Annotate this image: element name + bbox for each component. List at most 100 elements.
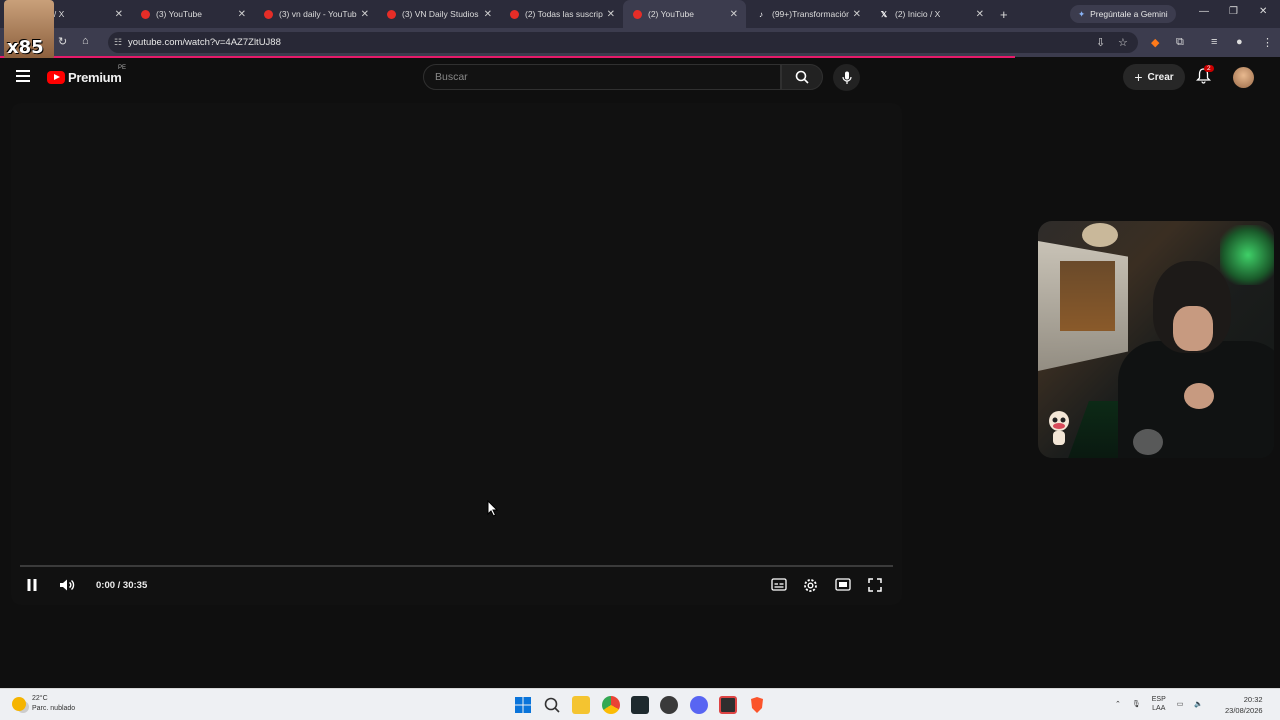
gear-icon <box>804 579 817 592</box>
terminal-icon[interactable] <box>631 696 649 714</box>
windows-start-icon[interactable] <box>514 696 532 714</box>
close-tab-icon[interactable]: ✕ <box>976 9 984 20</box>
plus-icon: + <box>1134 69 1143 85</box>
profile-icon[interactable]: ● <box>1236 36 1243 48</box>
microphone-tray-icon[interactable]: 🎙 <box>1132 700 1141 708</box>
browser-tab[interactable]: 𝕏 (2) Inicio / X ✕ <box>869 0 992 28</box>
search-input[interactable]: Buscar <box>423 64 781 90</box>
youtube-icon <box>633 9 642 19</box>
close-tab-icon[interactable]: ✕ <box>484 9 492 20</box>
browser-tab[interactable]: (2) Todas las suscripc ✕ <box>500 0 623 28</box>
browser-tab[interactable]: (2) YouTube ✕ <box>623 0 746 28</box>
youtube-icon <box>387 9 396 19</box>
minimize-icon[interactable]: — <box>1199 6 1209 17</box>
language-secondary: LAA <box>1152 705 1166 712</box>
youtube-play-icon <box>47 71 65 84</box>
close-tab-icon[interactable]: ✕ <box>853 9 861 20</box>
gemini-button[interactable]: ✦ Pregúntale a Gemini <box>1070 5 1176 23</box>
clock-date: 23/08/2026 <box>1225 706 1263 715</box>
search-button[interactable] <box>781 64 823 90</box>
browser-menu-icon[interactable]: ⋮ <box>1262 36 1273 49</box>
youtube-header: Premium PE Buscar + Crear 2 <box>0 58 1280 98</box>
tab-title: (3) VN Daily Studios <box>402 9 479 19</box>
extensions-puzzle-icon[interactable]: ⧉ <box>1176 36 1184 49</box>
browser-tab[interactable]: (3) YouTube ✕ <box>131 0 254 28</box>
streamer-webcam <box>1038 221 1274 458</box>
discord-icon[interactable] <box>690 696 708 714</box>
notifications-button[interactable]: 2 <box>1195 65 1214 89</box>
address-bar[interactable]: ☷ youtube.com/watch?v=4AZ7ZltUJ88 <box>108 32 1138 53</box>
url-text: youtube.com/watch?v=4AZ7ZltUJ88 <box>128 37 281 48</box>
tab-title: (3) vn daily - YouTube <box>279 9 357 19</box>
player-controls: 0:00 / 30:35 <box>11 569 902 605</box>
x-icon: 𝕏 <box>880 9 888 19</box>
time-display: 0:00 / 30:35 <box>96 580 148 591</box>
volume-icon <box>60 579 75 591</box>
logo-text: Premium <box>68 70 122 85</box>
tab-title: (2) YouTube <box>648 9 694 19</box>
browser-toolbar: ↻ ⌂ ☷ youtube.com/watch?v=4AZ7ZltUJ88 ⇩ … <box>0 28 1280 57</box>
mouse-cursor-icon <box>487 500 499 517</box>
fullscreen-icon <box>868 578 882 592</box>
reload-icon[interactable]: ↻ <box>58 35 67 48</box>
progress-bar[interactable] <box>20 565 893 567</box>
video-player[interactable]: 0:00 / 30:35 <box>11 103 902 605</box>
capcut-icon[interactable] <box>719 696 737 714</box>
browser-tab[interactable]: (3) VN Daily Studios ✕ <box>377 0 500 28</box>
mute-button[interactable] <box>59 578 75 597</box>
close-tab-icon[interactable]: ✕ <box>607 9 615 20</box>
file-explorer-icon[interactable] <box>572 696 590 714</box>
subtitles-button[interactable] <box>771 578 787 596</box>
gemini-label: Pregúntale a Gemini <box>1090 9 1168 19</box>
media-controls-icon[interactable]: ≡ <box>1211 36 1217 48</box>
chevron-up-icon[interactable]: ⌃ <box>1115 700 1121 708</box>
country-code: PE <box>118 65 127 71</box>
youtube-icon <box>141 9 150 19</box>
clock-time: 20:32 <box>1243 695 1263 704</box>
brave-extension-icon[interactable]: ◆ <box>1151 36 1159 49</box>
tab-title: (99+)Transformación <box>772 9 849 19</box>
character-sticker-icon <box>1049 411 1069 445</box>
clock[interactable]: 20:32 23/08/2026 <box>1225 694 1263 716</box>
install-app-icon[interactable]: ⇩ <box>1096 36 1105 49</box>
search-taskbar-icon[interactable] <box>543 696 561 714</box>
browser-tab[interactable]: ♪ (99+)Transformación ✕ <box>746 0 869 28</box>
system-tray: ⌃ 🎙 ESP LAA ▭ 🔈 <box>1115 695 1203 713</box>
close-tab-icon[interactable]: ✕ <box>115 9 123 20</box>
chrome-icon[interactable] <box>602 696 620 714</box>
brave-icon[interactable] <box>748 696 766 714</box>
language-indicator[interactable]: ESP LAA <box>1152 695 1166 713</box>
theater-mode-button[interactable] <box>835 578 851 596</box>
fullscreen-button[interactable] <box>868 578 882 597</box>
create-label: Crear <box>1147 71 1174 83</box>
restore-icon[interactable]: ❐ <box>1229 6 1238 17</box>
tab-title: (3) YouTube <box>156 9 202 19</box>
streamer-overlay-avatar: x85 <box>4 0 54 60</box>
youtube-icon <box>264 9 273 19</box>
gemini-icon: ✦ <box>1078 8 1086 19</box>
partly-cloudy-icon <box>12 697 26 711</box>
guide-menu-icon[interactable] <box>16 70 30 82</box>
speaker-icon[interactable]: 🔈 <box>1194 700 1203 708</box>
settings-button[interactable] <box>803 578 818 598</box>
obs-icon[interactable] <box>660 696 678 714</box>
close-tab-icon[interactable]: ✕ <box>730 9 738 20</box>
home-icon[interactable]: ⌂ <box>82 35 89 47</box>
pause-button[interactable] <box>26 578 38 597</box>
network-icon[interactable]: ▭ <box>1177 700 1184 708</box>
browser-tab[interactable]: (3) vn daily - YouTube ✕ <box>254 0 377 28</box>
create-button[interactable]: + Crear <box>1123 64 1185 90</box>
youtube-premium-logo[interactable]: Premium PE <box>47 65 126 85</box>
account-avatar[interactable] <box>1233 67 1254 88</box>
streamer-tag: x85 <box>7 37 44 58</box>
tiktok-icon: ♪ <box>759 9 763 19</box>
site-info-icon[interactable]: ☷ <box>114 37 122 48</box>
close-tab-icon[interactable]: ✕ <box>238 9 246 20</box>
close-tab-icon[interactable]: ✕ <box>361 9 369 20</box>
theater-icon <box>835 578 851 591</box>
new-tab-button[interactable]: + <box>1000 7 1008 22</box>
voice-search-button[interactable] <box>833 64 860 91</box>
weather-widget[interactable]: 22°C Parc. nublado <box>12 694 75 714</box>
bookmark-star-icon[interactable]: ☆ <box>1118 36 1128 49</box>
close-window-icon[interactable]: ✕ <box>1259 6 1267 17</box>
